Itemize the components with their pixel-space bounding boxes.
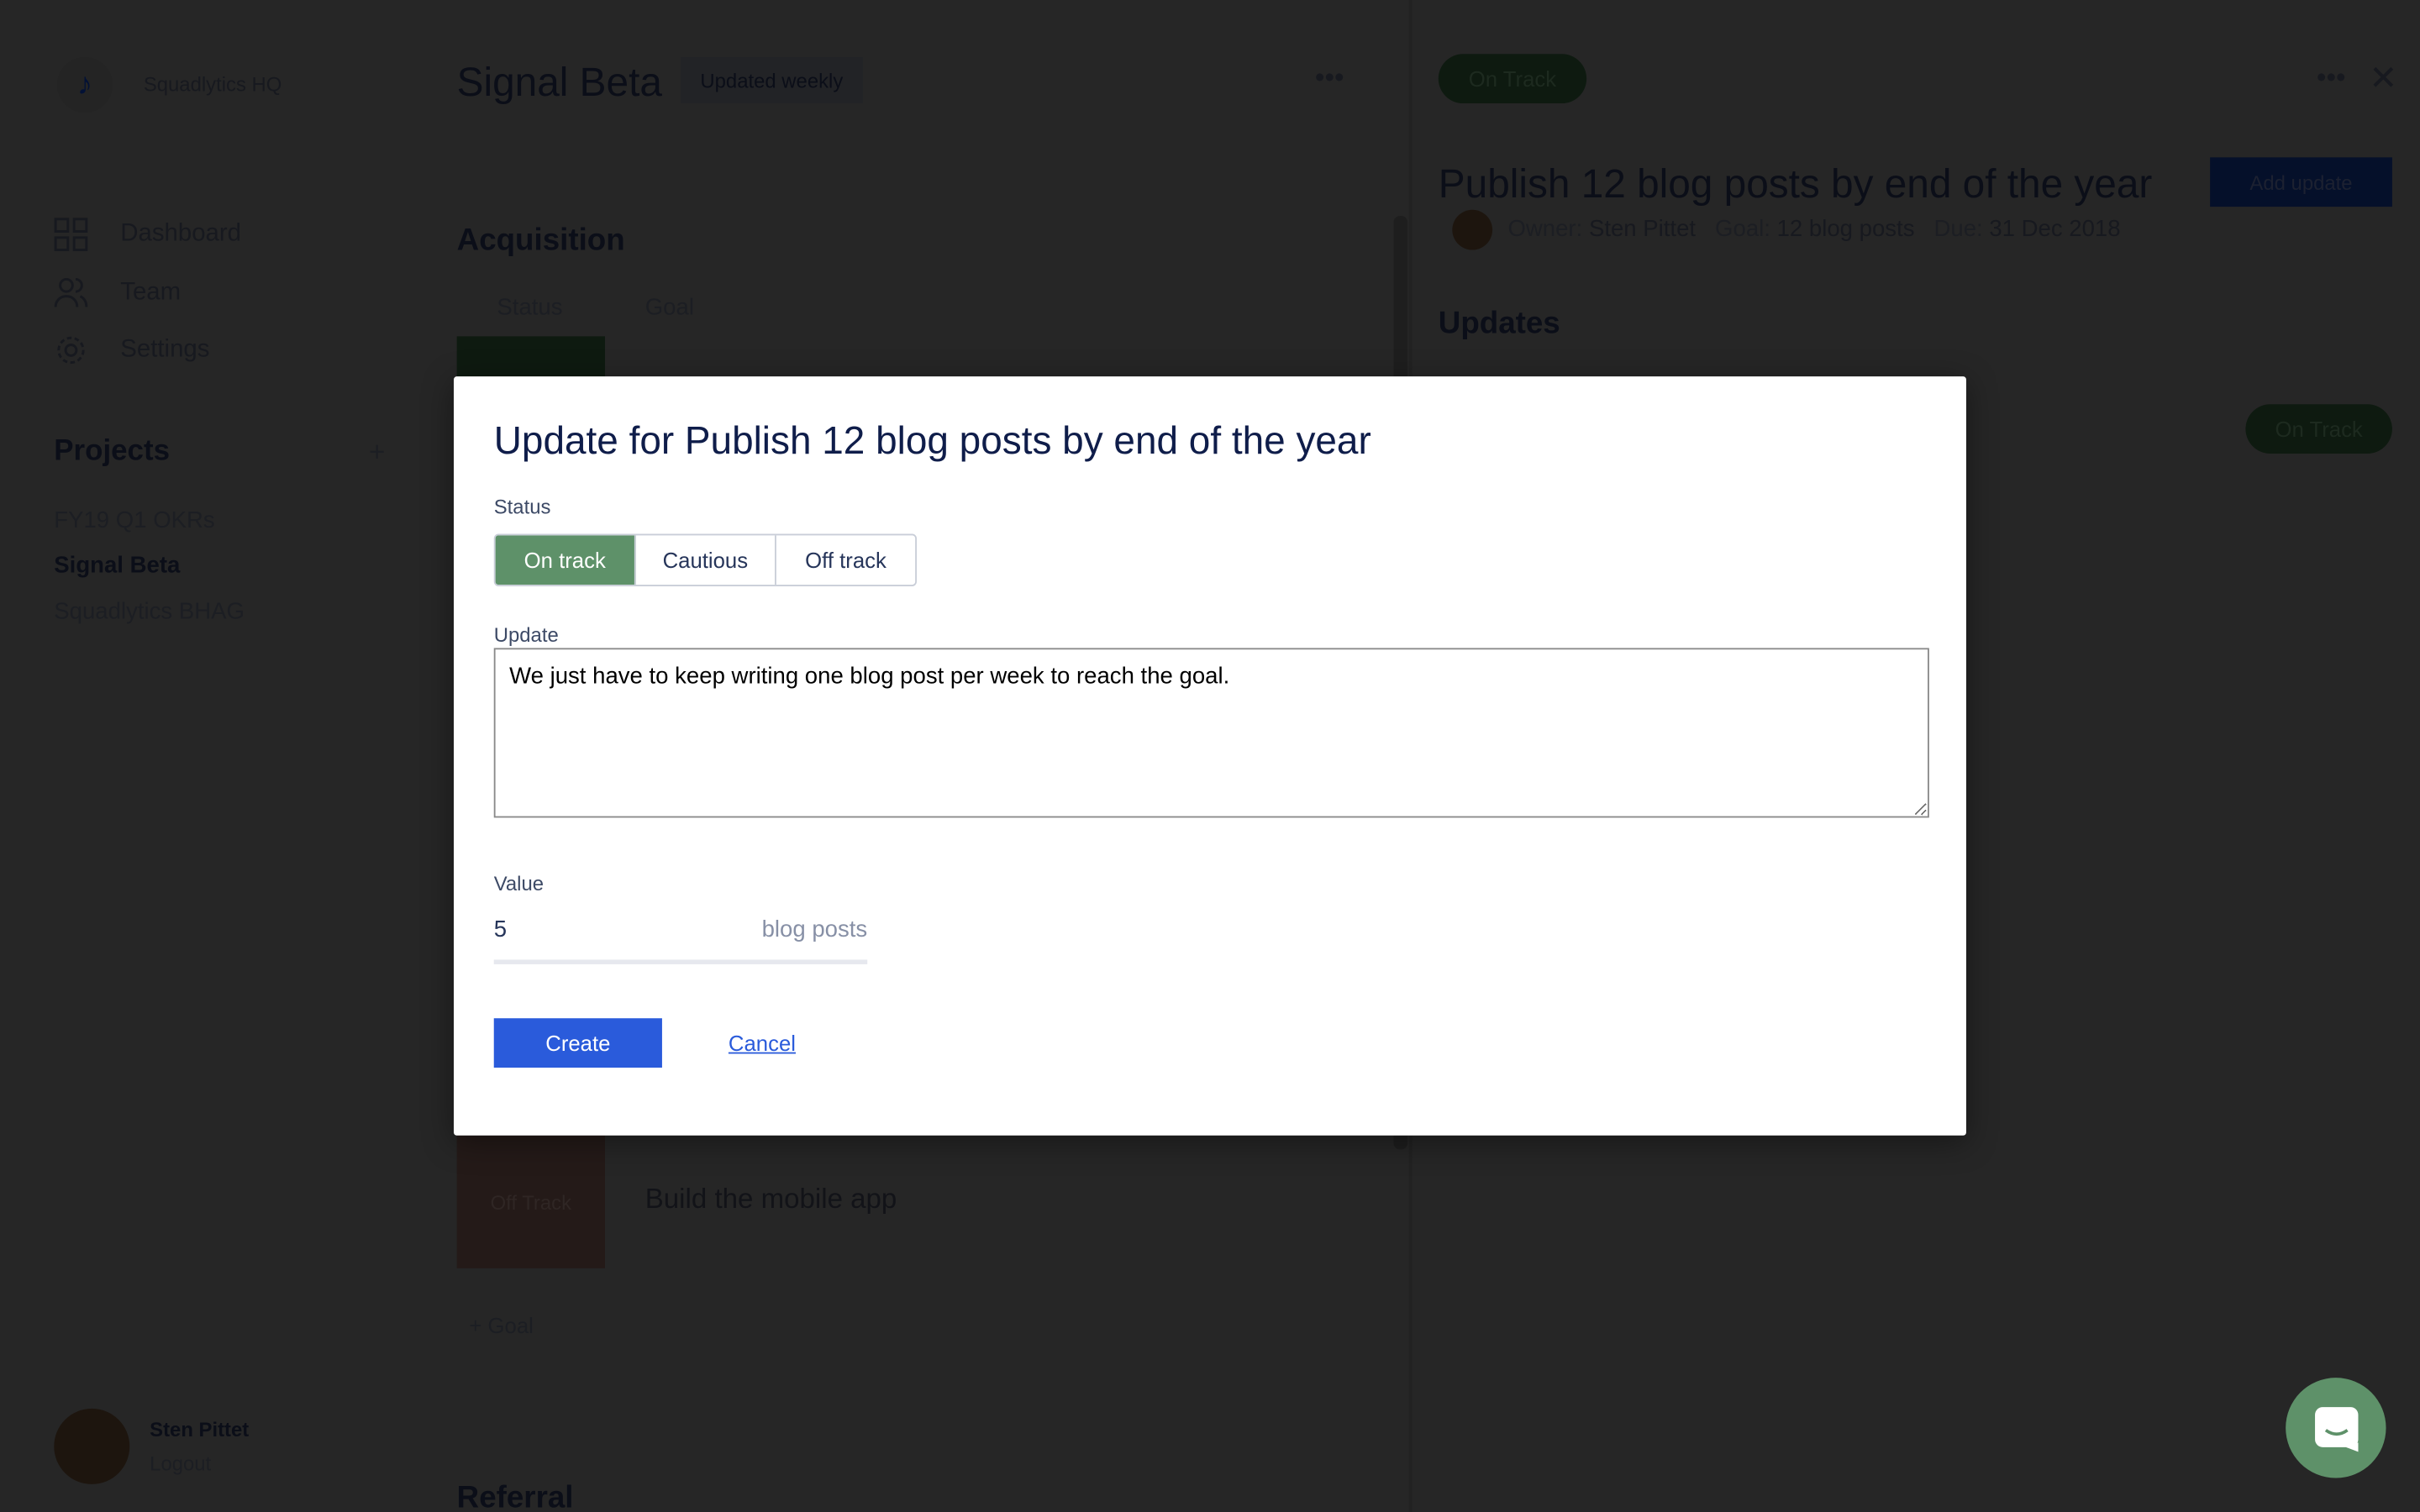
logout-link[interactable]: Logout <box>150 1452 211 1475</box>
user-avatar[interactable] <box>54 1408 130 1484</box>
page-title: Signal Beta <box>456 58 662 105</box>
owner-avatar <box>1452 209 1493 250</box>
more-options-icon[interactable]: ••• <box>2317 61 2346 94</box>
update-label: Update <box>493 623 559 647</box>
update-status-badge: On Track <box>2245 404 2392 454</box>
nav-team[interactable]: Team <box>54 276 181 310</box>
nav-label: Settings <box>120 336 210 363</box>
update-textarea[interactable]: We just have to keep writing one blog po… <box>493 648 1929 818</box>
modal-title: Update for Publish 12 blog posts by end … <box>493 419 1371 464</box>
value-input[interactable]: 5 blog posts <box>493 901 868 964</box>
nav-dashboard[interactable]: Dashboard <box>54 218 242 252</box>
column-header-goal: Goal <box>644 294 694 322</box>
users-icon <box>54 277 88 307</box>
cancel-link[interactable]: Cancel <box>729 1031 796 1055</box>
grid-icon <box>54 218 88 252</box>
chat-launcher[interactable] <box>2286 1378 2386 1478</box>
section-heading: Referral <box>456 1481 574 1512</box>
goal-status-badge: On Track <box>1438 54 1587 104</box>
goal-label: Goal: <box>1715 216 1770 243</box>
status-block-off-track[interactable]: Off Track <box>456 1135 605 1268</box>
nav-label: Dashboard <box>120 220 242 247</box>
add-project-icon[interactable]: + <box>369 437 385 470</box>
chat-icon <box>2314 1406 2358 1452</box>
status-label: Status <box>493 495 551 519</box>
app-root: ♪ Squadlytics HQ Dashboard Team Settings… <box>0 0 2420 1512</box>
project-item[interactable]: Squadlytics BHAG <box>54 599 245 625</box>
due-value: 31 Dec 2018 <box>1989 216 2121 243</box>
org-logo[interactable]: ♪ <box>56 56 113 113</box>
close-icon[interactable]: ✕ <box>2369 59 2397 99</box>
org-name: Squadlytics HQ <box>143 72 282 96</box>
goal-meta: Owner: Sten Pittet Goal: 12 blog posts D… <box>1507 216 2120 242</box>
status-block <box>456 336 605 377</box>
owner-label: Owner: <box>1507 216 1583 243</box>
nav-settings[interactable]: Settings <box>54 333 209 367</box>
logo-icon: ♪ <box>76 66 93 102</box>
status-option-on-track[interactable]: On track <box>495 535 636 585</box>
value-label: Value <box>493 871 544 895</box>
goal-title[interactable]: Build the mobile app <box>645 1184 897 1216</box>
update-modal: Update for Publish 12 blog posts by end … <box>453 376 1966 1136</box>
more-options-icon[interactable]: ••• <box>1315 61 1344 94</box>
column-header-status: Status <box>497 294 563 322</box>
status-option-cautious[interactable]: Cautious <box>636 535 776 585</box>
section-heading: Acquisition <box>456 223 625 258</box>
value-unit: blog posts <box>761 916 868 943</box>
projects-heading: Projects <box>54 434 171 468</box>
project-item[interactable]: FY19 Q1 OKRs <box>54 507 214 533</box>
updates-heading: Updates <box>1438 307 1560 341</box>
project-item-active[interactable]: Signal Beta <box>54 553 180 579</box>
owner-value: Sten Pittet <box>1588 216 1697 243</box>
add-goal-button[interactable]: + Goal <box>469 1313 533 1337</box>
status-segmented-control: On track Cautious Off track <box>493 533 917 586</box>
status-option-off-track[interactable]: Off track <box>776 535 915 585</box>
goal-title: Publish 12 blog posts by end of the year <box>1438 160 2153 207</box>
goal-value: 12 blog posts <box>1776 216 1915 243</box>
user-name: Sten Pittet <box>150 1417 250 1441</box>
create-button[interactable]: Create <box>493 1018 662 1068</box>
add-update-button[interactable]: Add update <box>2210 157 2392 207</box>
value-text: 5 <box>493 916 508 943</box>
due-label: Due: <box>1933 216 1983 243</box>
nav-label: Team <box>120 279 182 306</box>
gear-icon <box>57 336 85 365</box>
update-frequency-badge: Updated weekly <box>680 56 863 104</box>
